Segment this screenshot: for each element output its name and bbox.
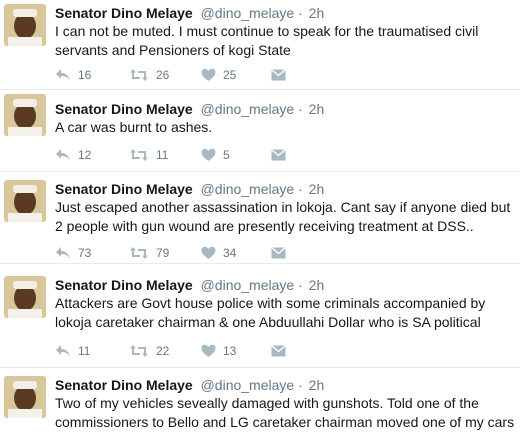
- tweet[interactable]: Senator Dino Melaye @dino_melaye · 2h At…: [0, 264, 520, 368]
- message-button[interactable]: [271, 244, 286, 262]
- avatar[interactable]: [4, 94, 46, 136]
- like-count: 25: [223, 68, 237, 82]
- message-button[interactable]: [271, 146, 286, 164]
- like-count: 5: [223, 148, 230, 162]
- tweet[interactable]: Senator Dino Melaye @dino_melaye · 2h Tw…: [0, 368, 520, 433]
- heart-icon: [201, 68, 216, 82]
- envelope-icon: [271, 149, 286, 161]
- reply-arrow-icon: [55, 344, 71, 358]
- separator-dot: ·: [298, 181, 303, 197]
- author-handle[interactable]: @dino_melaye: [201, 101, 295, 117]
- tweet[interactable]: Senator Dino Melaye @dino_melaye · 2h A …: [0, 90, 520, 172]
- author-handle[interactable]: @dino_melaye: [201, 377, 295, 393]
- retweet-icon: [129, 344, 149, 358]
- envelope-icon: [271, 69, 286, 81]
- retweet-button[interactable]: 11: [129, 146, 168, 164]
- retweet-icon: [129, 68, 149, 82]
- retweet-button[interactable]: 22: [129, 342, 169, 360]
- heart-icon: [201, 246, 216, 260]
- retweet-count: 26: [156, 68, 170, 82]
- separator-dot: ·: [298, 277, 303, 293]
- like-button[interactable]: 5: [201, 146, 230, 164]
- reply-count: 16: [78, 68, 92, 82]
- author-handle[interactable]: @dino_melaye: [201, 181, 295, 197]
- author-handle[interactable]: @dino_melaye: [201, 5, 295, 21]
- reply-count: 73: [78, 246, 92, 260]
- retweet-icon: [129, 246, 149, 260]
- retweet-count: 79: [156, 246, 170, 260]
- author-name[interactable]: Senator Dino Melaye: [55, 377, 193, 393]
- like-button[interactable]: 25: [201, 66, 236, 84]
- tweet-text: Just escaped another assassination in lo…: [55, 199, 511, 234]
- tweet-text: Two of my vehicles seveally damaged with…: [55, 395, 515, 430]
- timestamp[interactable]: 2h: [309, 277, 325, 293]
- like-count: 13: [223, 344, 237, 358]
- like-count: 34: [223, 246, 237, 260]
- timestamp[interactable]: 2h: [309, 5, 325, 21]
- reply-arrow-icon: [55, 148, 71, 162]
- reply-button[interactable]: 11: [55, 342, 90, 360]
- author-handle[interactable]: @dino_melaye: [201, 277, 295, 293]
- retweet-button[interactable]: 79: [129, 244, 169, 262]
- author-name[interactable]: Senator Dino Melaye: [55, 277, 193, 293]
- timestamp[interactable]: 2h: [309, 377, 325, 393]
- reply-count: 11: [78, 344, 91, 358]
- tweet-text: Attackers are Govt house police with som…: [55, 295, 486, 330]
- tweet-text: A car was burnt to ashes.: [55, 119, 213, 135]
- avatar[interactable]: [4, 180, 46, 222]
- reply-button[interactable]: 12: [55, 146, 91, 164]
- separator-dot: ·: [298, 377, 303, 393]
- timestamp[interactable]: 2h: [309, 101, 325, 117]
- reply-arrow-icon: [55, 246, 71, 260]
- reply-count: 12: [78, 148, 92, 162]
- timestamp[interactable]: 2h: [309, 181, 325, 197]
- separator-dot: ·: [298, 5, 303, 21]
- separator-dot: ·: [298, 101, 303, 117]
- heart-icon: [201, 148, 216, 162]
- heart-icon: [201, 344, 216, 358]
- reply-button[interactable]: 73: [55, 244, 91, 262]
- tweet-timeline: Senator Dino Melaye @dino_melaye · 2h I …: [0, 0, 520, 433]
- avatar[interactable]: [4, 276, 46, 318]
- author-name[interactable]: Senator Dino Melaye: [55, 101, 193, 117]
- tweet[interactable]: Senator Dino Melaye @dino_melaye · 2h I …: [0, 0, 520, 90]
- message-button[interactable]: [271, 66, 286, 84]
- avatar[interactable]: [4, 376, 46, 418]
- retweet-count: 11: [156, 148, 169, 162]
- retweet-count: 22: [156, 344, 170, 358]
- author-name[interactable]: Senator Dino Melaye: [55, 181, 193, 197]
- reply-button[interactable]: 16: [55, 66, 91, 84]
- author-name[interactable]: Senator Dino Melaye: [55, 5, 193, 21]
- message-button[interactable]: [271, 342, 286, 360]
- avatar[interactable]: [4, 4, 46, 46]
- envelope-icon: [271, 345, 286, 357]
- tweet-text: I can not be muted. I must continue to s…: [55, 23, 479, 58]
- tweet[interactable]: Senator Dino Melaye @dino_melaye · 2h Ju…: [0, 172, 520, 264]
- like-button[interactable]: 13: [201, 342, 236, 360]
- like-button[interactable]: 34: [201, 244, 236, 262]
- retweet-button[interactable]: 26: [129, 66, 169, 84]
- retweet-icon: [129, 148, 149, 162]
- reply-arrow-icon: [55, 68, 71, 82]
- envelope-icon: [271, 247, 286, 259]
